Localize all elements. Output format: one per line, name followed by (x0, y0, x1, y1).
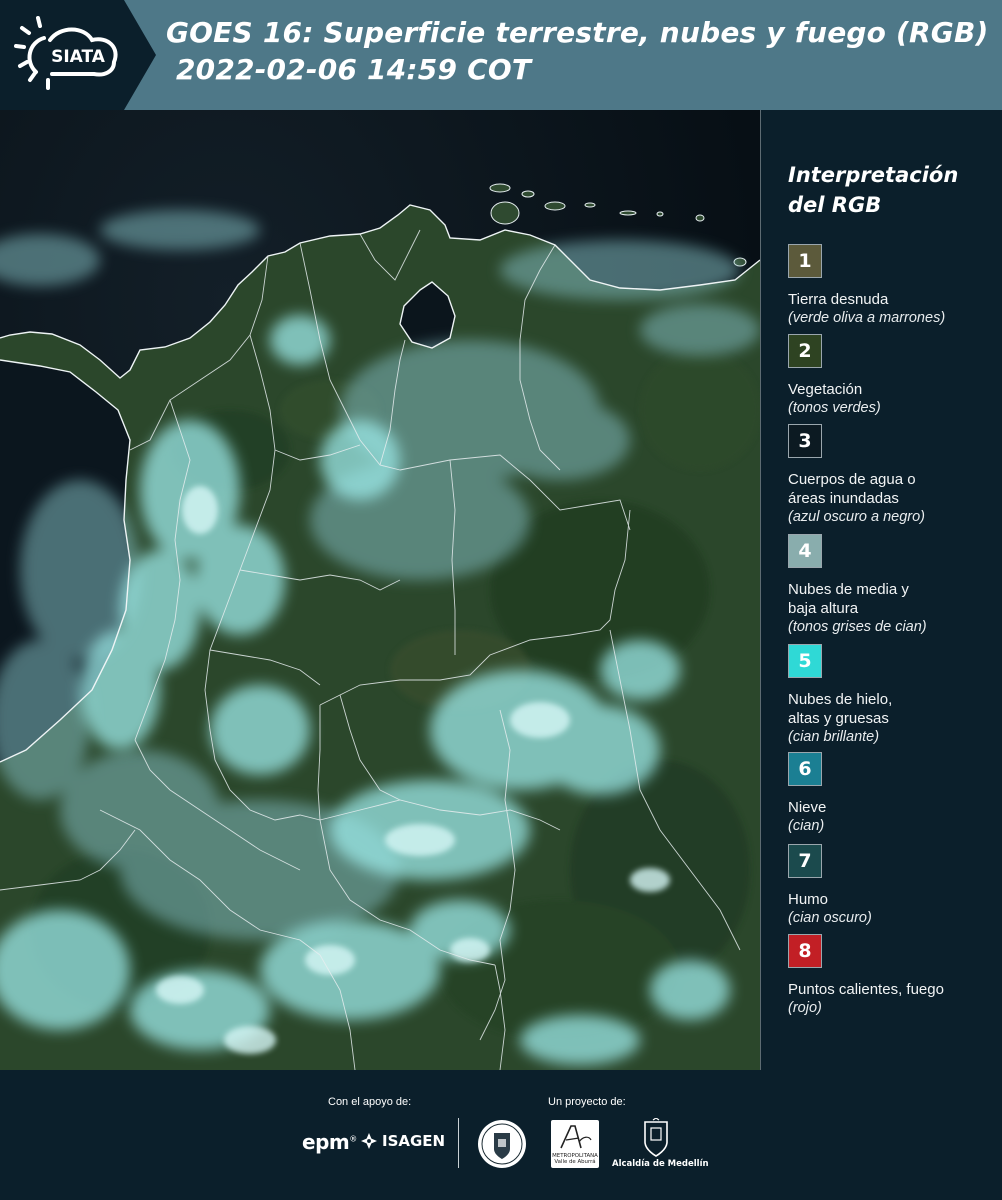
legend-swatch: 4 (788, 534, 822, 568)
epm-logo-text: epm (302, 1130, 350, 1154)
legend-item-note: (cian brillante) (788, 729, 880, 745)
siata-logo: SIATA (14, 16, 118, 90)
isagen-icon (361, 1133, 377, 1149)
legend-item-label: Nieve (788, 799, 827, 816)
footer-divider (458, 1118, 459, 1168)
isagen-logo: ISAGEN (360, 1132, 445, 1150)
legend-item-smoke: 7 Humo (cian oscuro) (788, 844, 1000, 928)
legend-item-label: Nubes de hielo, altas y gruesas (788, 691, 893, 727)
legend-item-note: (azul oscuro a negro) (788, 509, 926, 525)
legend-item-fire: 8 Puntos calientes, fuego (rojo) (788, 934, 1000, 1018)
legend-swatch: 7 (788, 844, 822, 878)
legend-item-snow: 6 Nieve (cian) (788, 752, 1000, 836)
epm-registered-mark: ® (349, 1134, 357, 1144)
siata-logo-text: SIATA (51, 47, 106, 67)
title-line-1: GOES 16: Superficie terrestre, nubes y f… (166, 16, 989, 49)
legend-swatch: 8 (788, 934, 822, 968)
legend-swatch: 2 (788, 334, 822, 368)
legend-item-note: (tonos verdes) (788, 400, 881, 416)
title-line-2: 2022-02-06 14:59 COT (176, 53, 532, 86)
legend-item-note: (cian oscuro) (788, 910, 872, 926)
epm-logo: epm® (302, 1130, 357, 1154)
area-metropolitana-text: METROPOLITANA Valle de Aburrá (551, 1153, 599, 1165)
area-metropolitana-sub: Valle de Aburrá (554, 1159, 596, 1165)
footer: Con el apoyo de: Un proyecto de: epm® IS… (0, 1070, 1002, 1200)
legend-swatch: 1 (788, 244, 822, 278)
project-label: Un proyecto de: (548, 1096, 626, 1108)
legend-item-vegetation: 2 Vegetación (tonos verdes) (788, 334, 1000, 418)
legend-item-label: Puntos calientes, fuego (788, 981, 944, 998)
legend-title-line-1: Interpretación (788, 163, 959, 187)
rgb-legend: Interpretación del RGB 1 Tierra desnuda … (788, 160, 996, 1016)
alcaldia-medellin-text: Alcaldía de Medellín (612, 1159, 709, 1169)
page-title: GOES 16: Superficie terrestre, nubes y f… (166, 14, 996, 88)
medellin-crest-icon (644, 1118, 668, 1157)
area-metropolitana-logo: METROPOLITANA Valle de Aburrá (551, 1120, 599, 1168)
legend-title-line-2: del RGB (788, 193, 882, 217)
legend-item-note: (tonos grises de cian) (788, 619, 927, 635)
legend-item-note: (verde oliva a marrones) (788, 310, 946, 326)
legend-item-label: Vegetación (788, 381, 863, 398)
legend-title: Interpretación del RGB (788, 160, 996, 220)
legend-item-label: Cuerpos de agua o áreas inundadas (788, 471, 916, 507)
legend-item-ice-clouds: 5 Nubes de hielo, altas y gruesas (cian … (788, 644, 1000, 747)
header: SIATA GOES 16: Superficie terrestre, nub… (0, 0, 1002, 110)
university-seal-logo (478, 1120, 526, 1168)
legend-item-label: Humo (788, 891, 829, 908)
satellite-map (0, 110, 761, 1070)
legend-item-water: 3 Cuerpos de agua o áreas inundadas (azu… (788, 424, 1000, 527)
legend-item-label: Nubes de media y baja altura (788, 581, 909, 617)
legend-swatch: 3 (788, 424, 822, 458)
legend-swatch: 6 (788, 752, 822, 786)
area-metropolitana-mark (560, 1125, 592, 1149)
legend-swatch: 5 (788, 644, 822, 678)
legend-item-label: Tierra desnuda (788, 291, 889, 308)
satellite-image (0, 110, 760, 1070)
legend-item-mid-low-clouds: 4 Nubes de media y baja altura (tonos gr… (788, 534, 1000, 637)
legend-item-bare-ground: 1 Tierra desnuda (verde oliva a marrones… (788, 244, 1000, 328)
support-label: Con el apoyo de: (328, 1096, 412, 1108)
isagen-logo-text: ISAGEN (382, 1132, 446, 1150)
legend-item-note: (rojo) (788, 1000, 822, 1016)
legend-item-note: (cian) (788, 818, 825, 834)
